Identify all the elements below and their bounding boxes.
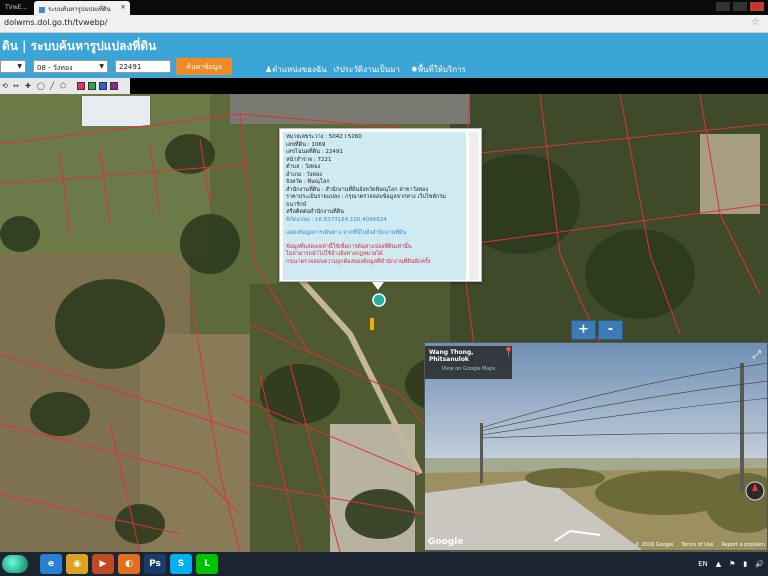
photoshop-taskbar-icon[interactable]: Ps [144, 554, 166, 574]
map-toolbar: ⟲ ↔ ✚ ◯ ╱ ⬠ [0, 78, 130, 94]
expand-icon[interactable]: ⤢ [752, 348, 761, 362]
close-tab-icon[interactable]: × [120, 3, 126, 11]
parcel-info-line: หมายเลขระวาง : 5042 I 5260 [286, 134, 362, 140]
tab-label: ระบบค้นหารูปแปลงที่ดิน [48, 6, 111, 13]
parcel-info-line: กรุณาตรวจสอบความถูกต้องของข้อมูลที่สำนัก… [286, 258, 431, 265]
url-text[interactable]: dolwms.dol.go.th/tvwebp/ [4, 18, 107, 27]
parcel-info-line: หรือติดต่อสำนักงานที่ดิน [286, 209, 344, 215]
nav-service-area[interactable]: ✹พื้นที่ให้บริการ [411, 63, 466, 76]
minimize-button[interactable] [716, 2, 730, 11]
parcel-info-line: สำนักงานที่ดิน : สำนักงานที่ดินจังหวัดพิ… [286, 186, 429, 193]
chrome-taskbar-icon[interactable]: ◉ [66, 554, 88, 574]
browser-tab-bar: TVwE... ระบบค้นหารูปแปลงที่ดิน × [0, 0, 768, 15]
province-select[interactable]: ▼ [0, 60, 26, 73]
system-tray: EN ▲ ⚑ ▮ 🔊 [698, 560, 764, 568]
nav-history[interactable]: ↺ประวัติงานเป็นมา [333, 63, 400, 76]
view-on-google-maps-link[interactable]: View on Google Maps [429, 366, 508, 372]
parcel-info-line[interactable]: แสดงข้อมูลการเดินทาง จากที่นี่ไปยังสำนัก… [286, 230, 463, 238]
rotate-icon[interactable]: ⟲ [2, 82, 8, 90]
chevron-down-icon: ▼ [99, 63, 104, 70]
line-tool-icon[interactable]: ╱ [50, 82, 54, 90]
color-swatch-green[interactable] [88, 82, 96, 90]
address-bar[interactable]: dolwms.dol.go.th/tvwebp/ ☆ [0, 15, 768, 33]
parcel-info-line: จังหวัด : พิษณุโลก [286, 179, 330, 185]
parcel-info-line: เลขโฉนดที่ดิน : 22491 [286, 149, 343, 155]
popup-pointer [372, 282, 384, 290]
close-window-button[interactable] [750, 2, 764, 11]
terms-link[interactable]: Terms of Use [681, 542, 713, 548]
parcel-info-line: พิกัดแปลง : 16.8373184,100.4066624 [286, 216, 387, 223]
window-controls [716, 2, 764, 11]
media-taskbar-icon[interactable]: ▶ [92, 554, 114, 574]
map-pin-icon: ✹ [411, 65, 418, 74]
parcel-info-line: ไม่สามารถนำไปใช้อ้างอิงทางกฎหมายได้ [286, 251, 383, 257]
parcel-info-line: ราคาประเมินรายแปลง : กรุณาตรวจสอบข้อมูลจ… [286, 194, 446, 208]
line-taskbar-icon[interactable]: L [196, 554, 218, 574]
browser-tab[interactable]: TVwE... [0, 1, 34, 15]
page-title: ดิน | ระบบค้นหารูปแปลงที่ดิน [2, 39, 157, 53]
google-logo: Google [428, 537, 464, 547]
firefox-taskbar-icon[interactable]: ◐ [118, 554, 140, 574]
parcel-info-popup: หมายเลขระวาง : 5042 I 5260 เลขที่ดิน : 10… [279, 128, 482, 282]
parcel-info-content: หมายเลขระวาง : 5042 I 5260 เลขที่ดิน : 10… [283, 132, 466, 280]
add-point-icon[interactable]: ✚ [25, 82, 31, 90]
color-swatch-pink[interactable] [77, 82, 85, 90]
search-button[interactable]: ค้นหาข้อมูล [176, 58, 232, 75]
street-view-footer: © 2016 Google Terms of Use Report a prob… [635, 542, 765, 548]
pan-icon[interactable]: ↔ [13, 82, 19, 90]
polygon-tool-icon[interactable]: ⬠ [60, 82, 66, 90]
taskbar: e ◉ ▶ ◐ Ps S L EN ▲ ⚑ ▮ 🔊 [0, 552, 768, 576]
street-view-panel[interactable]: Wang Thong, Phitsanulok View on Google M… [424, 342, 768, 551]
parcel-info-line: อำเภอ : วังทอง [286, 171, 322, 178]
browser-tab-active[interactable]: ระบบค้นหารูปแปลงที่ดิน × [34, 1, 130, 15]
parcel-info-line: ตำบล : วังทอง [286, 164, 321, 170]
show-hidden-icons-icon[interactable]: ▲ [716, 560, 721, 568]
favicon-icon [39, 6, 45, 13]
volume-icon[interactable]: 🔊 [755, 560, 764, 568]
parcel-info-line: ข้อมูลที่แสดงเหล่านี้ใช้เพื่อการค้นหาแปล… [286, 243, 412, 250]
tab-label: TVwE... [5, 4, 28, 11]
circle-tool-icon[interactable]: ◯ [37, 82, 45, 90]
history-icon: ↺ [333, 65, 340, 74]
zoom-out-button[interactable]: - [598, 320, 623, 340]
bookmark-star-icon[interactable]: ☆ [751, 17, 760, 28]
map-pin-icon[interactable]: 📍 [503, 348, 514, 358]
site-header: ดิน | ระบบค้นหารูปแปลงที่ดิน ▼ 08 - วังท… [0, 33, 768, 78]
report-problem-link[interactable]: Report a problem [721, 542, 765, 548]
network-icon[interactable]: ▮ [743, 560, 747, 568]
parcel-number-input[interactable]: 22491 [115, 60, 171, 73]
zoom-in-button[interactable]: + [571, 320, 596, 340]
chevron-down-icon: ▼ [17, 63, 22, 70]
color-swatch-blue[interactable] [99, 82, 107, 90]
nav-my-location[interactable]: ♟ตำแหน่งของฉัน [265, 63, 327, 76]
maximize-button[interactable] [733, 2, 747, 11]
district-select[interactable]: 08 - วังทอง ▼ [33, 60, 108, 73]
skype-taskbar-icon[interactable]: S [170, 554, 192, 574]
parcel-info-line: เลขที่ดิน : 1069 [286, 141, 326, 148]
copyright-text: © 2016 Google [634, 542, 674, 548]
color-swatch-purple[interactable] [110, 82, 118, 90]
popup-scrollbar[interactable] [469, 132, 479, 280]
street-view-place: Wang Thong, Phitsanulok [429, 349, 474, 363]
start-button[interactable] [2, 555, 28, 573]
ie-taskbar-icon[interactable]: e [40, 554, 62, 574]
street-view-address-card: Wang Thong, Phitsanulok View on Google M… [425, 346, 512, 379]
parcel-info-line: หน้าสำรวจ : 7221 [286, 156, 332, 163]
flag-icon[interactable]: ⚑ [729, 560, 735, 568]
language-indicator[interactable]: EN [698, 560, 708, 568]
